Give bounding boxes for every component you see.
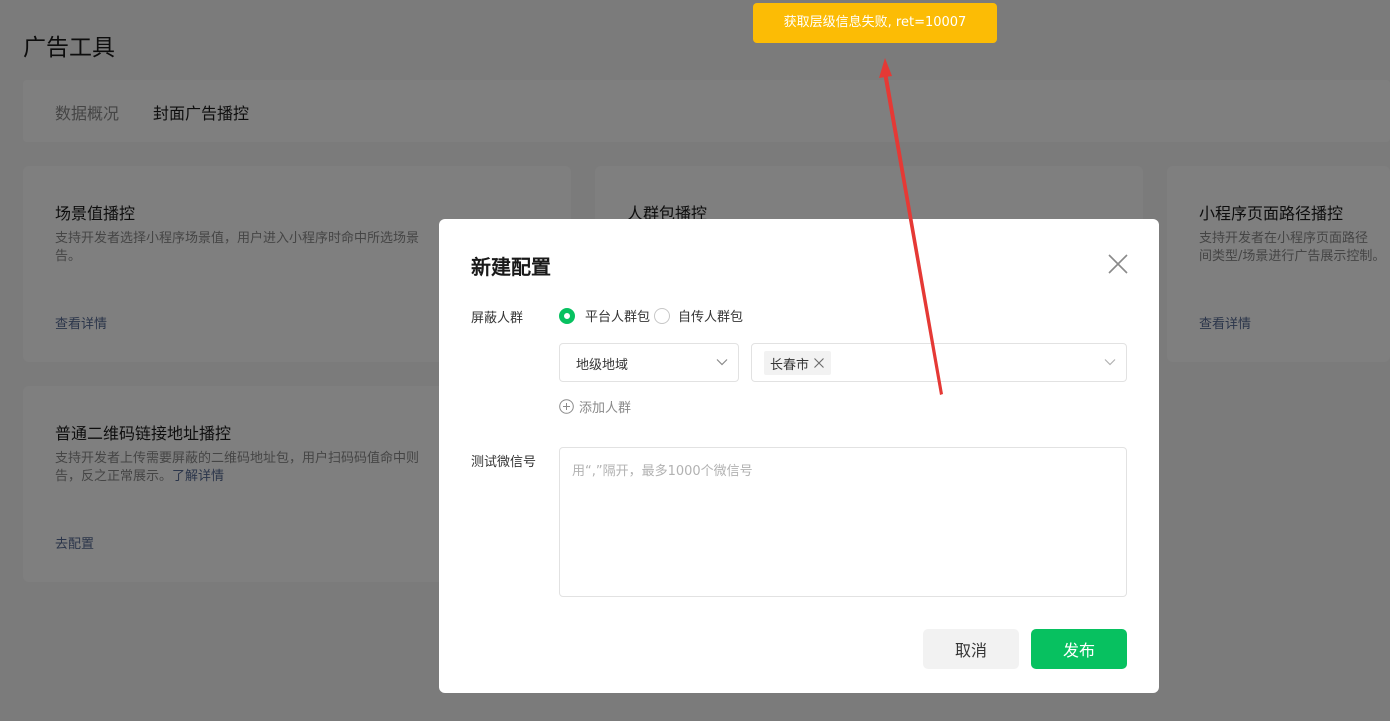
radio-checked-icon — [559, 307, 575, 324]
test-wechat-label: 测试微信号 — [471, 455, 537, 470]
radio-custom-crowd[interactable]: 自传人群包 — [654, 306, 743, 325]
city-multi-select[interactable]: 长春市 — [751, 343, 1127, 382]
dialog-title: 新建配置 — [471, 255, 551, 279]
close-icon[interactable] — [1106, 252, 1130, 276]
radio-platform-crowd[interactable]: 平台人群包 — [559, 306, 650, 325]
block-crowd-label: 屏蔽人群 — [471, 311, 524, 326]
region-level-select[interactable]: 地级地域 — [559, 343, 739, 382]
add-crowd-button[interactable]: 添加人群 — [559, 397, 631, 416]
chevron-down-icon — [1104, 359, 1116, 366]
add-crowd-label: 添加人群 — [579, 401, 632, 416]
radio-label: 自传人群包 — [678, 310, 744, 325]
selected-city-tag: 长春市 — [764, 351, 832, 375]
error-toast: 获取层级信息失败, ret=10007 — [753, 3, 997, 43]
publish-button[interactable]: 发布 — [1031, 629, 1127, 669]
tag-remove-icon[interactable] — [813, 357, 825, 369]
test-wechat-input[interactable] — [559, 447, 1127, 597]
radio-unchecked-icon — [654, 307, 670, 324]
radio-label: 平台人群包 — [585, 310, 651, 325]
plus-circle-icon — [559, 399, 574, 414]
chevron-down-icon — [716, 359, 728, 366]
cancel-button[interactable]: 取消 — [923, 629, 1019, 669]
select-value: 地级地域 — [576, 358, 629, 373]
new-config-dialog: 新建配置 屏蔽人群 平台人群包 自传人群包 地级地域 长春市 添加人群 测试微信… — [439, 219, 1159, 693]
tag-label: 长春市 — [770, 357, 810, 373]
